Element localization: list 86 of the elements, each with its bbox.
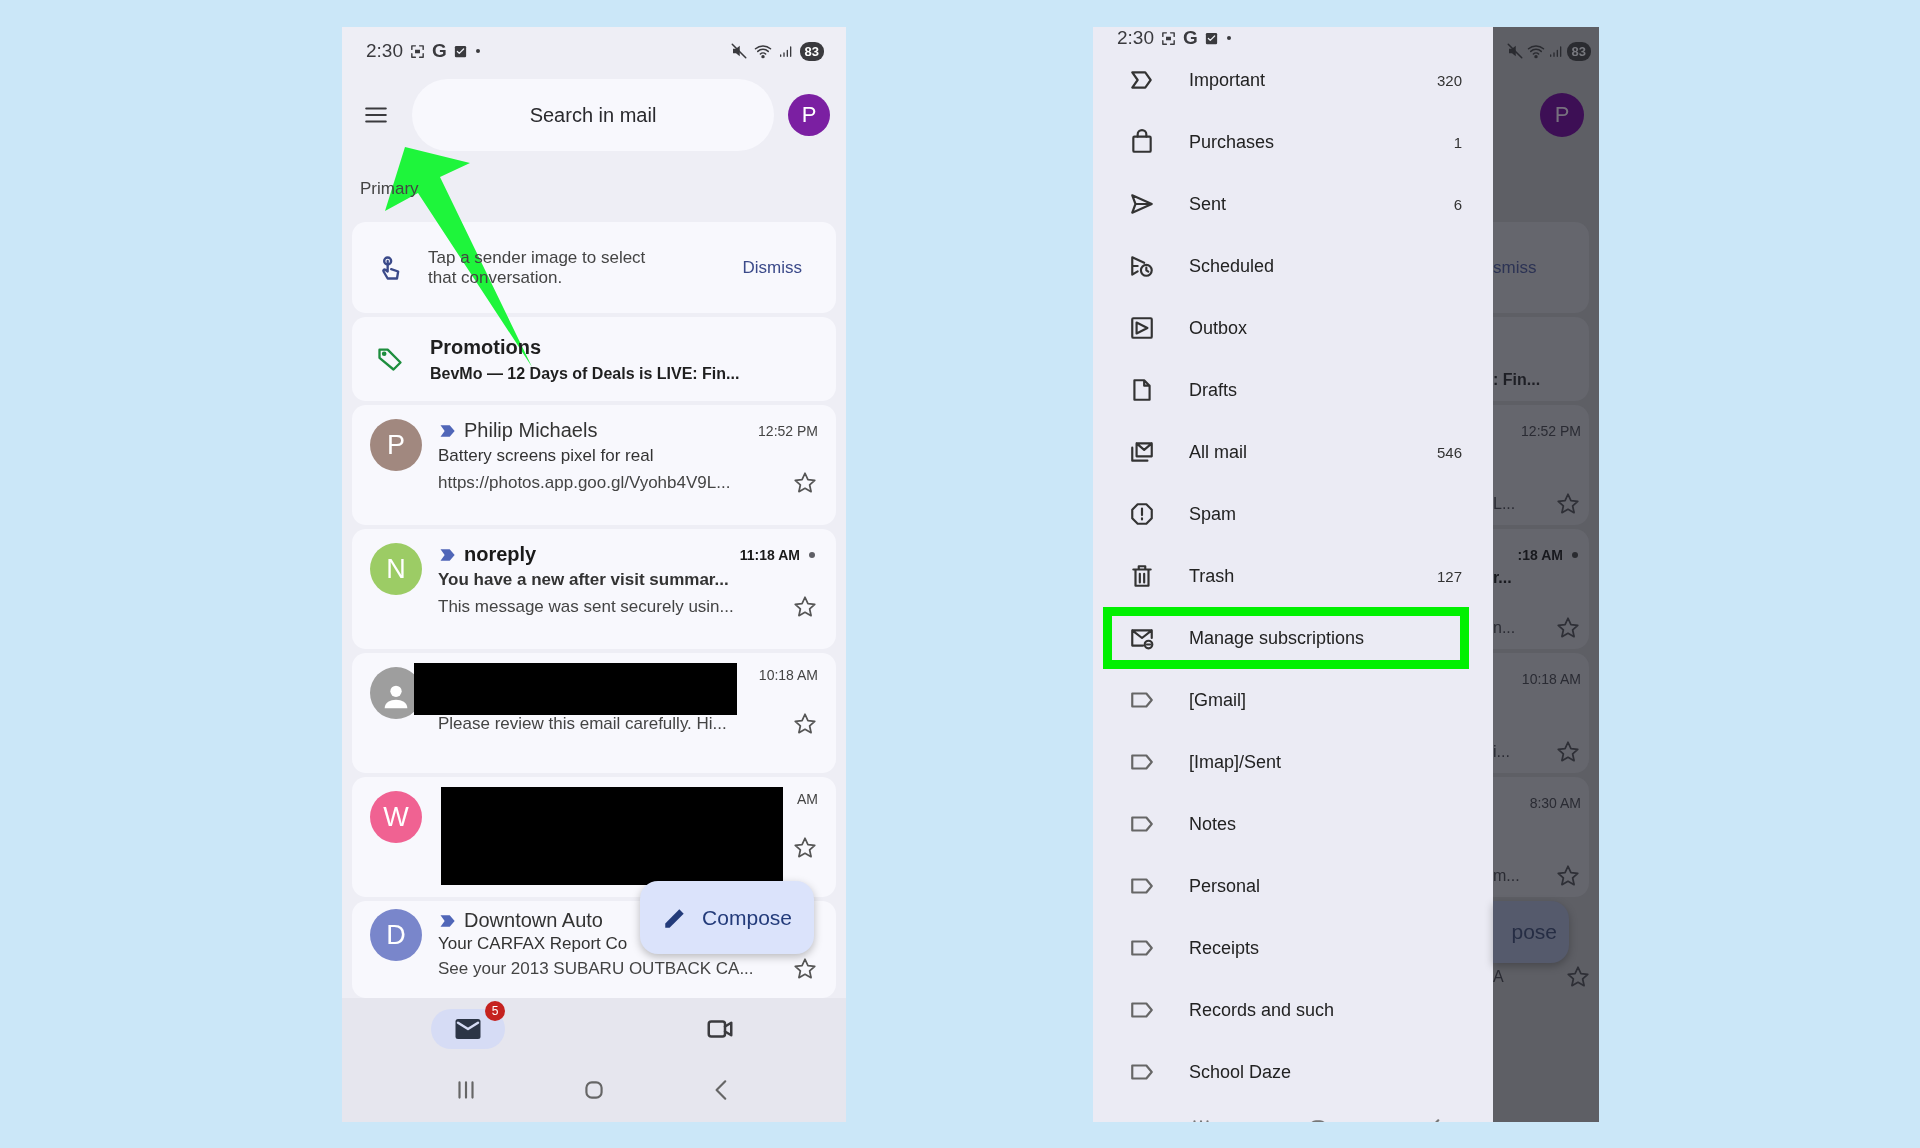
item-count: 6: [1453, 195, 1462, 213]
email-snippet: m...: [1493, 867, 1520, 885]
item-count: 127: [1436, 567, 1462, 585]
avatar: D: [370, 909, 422, 961]
email-subject: Battery screens pixel for real: [438, 446, 654, 465]
email-card[interactable]: P Philip Michaels 12:52 PM Battery screens pixel for real https://photos.app.goo.gl/Vyohb4V9L...: [352, 405, 836, 525]
notification-letter: G: [432, 40, 447, 62]
send-icon: [1129, 191, 1155, 217]
screenshot-icon: [409, 42, 426, 60]
unread-dot-icon: [1569, 549, 1581, 561]
sender-name: Downtown Auto: [464, 909, 603, 932]
mute-icon: [729, 42, 748, 60]
email-time: 12:52 PM: [1521, 423, 1581, 439]
unread-badge: 5: [485, 1001, 505, 1021]
email-subject: r...: [1493, 569, 1513, 587]
email-snippet: https://photos.app.goo.gl/Vyohb4V9L...: [438, 473, 731, 493]
scheduled-send-icon: [1129, 253, 1155, 279]
avatar: N: [370, 543, 422, 595]
drawer-item[interactable]: Outbox: [1093, 297, 1493, 359]
avatar: W: [370, 791, 422, 843]
drawer-item[interactable]: Purchases 1: [1093, 111, 1493, 173]
drawer-item[interactable]: All mail 546: [1093, 421, 1493, 483]
drawer-item[interactable]: Trash 127: [1093, 545, 1493, 607]
outbox-icon: [1129, 315, 1155, 341]
drawer-item[interactable]: Notes: [1093, 793, 1493, 855]
sender-name: noreply: [464, 543, 537, 566]
drawer-item[interactable]: Drafts: [1093, 359, 1493, 421]
email-snippet: i...: [1493, 743, 1510, 761]
drawer-item[interactable]: Records and such: [1093, 979, 1493, 1041]
email-time: AM: [797, 791, 818, 807]
account-avatar[interactable]: P: [788, 94, 830, 136]
category-snippet: : Fin...: [1493, 371, 1541, 389]
email-time: 10:18 AM: [758, 667, 818, 683]
battery-level: 83: [1566, 41, 1591, 61]
drawer-item[interactable]: Spam: [1093, 483, 1493, 545]
item-count: 1: [1453, 133, 1462, 151]
notification-letter: G: [1183, 27, 1198, 49]
dot-icon: [473, 47, 482, 55]
email-snippet: Please review this email carefully. Hi...: [438, 714, 727, 734]
status-time: 2:30: [1117, 27, 1154, 49]
spam-icon: [1129, 501, 1155, 527]
mute-icon: [1505, 42, 1524, 60]
screenshot-icon: [1160, 29, 1177, 47]
dismiss-button[interactable]: Dismiss: [738, 253, 806, 282]
shopping-bag-icon: [1129, 129, 1155, 155]
signal-icon: [1547, 43, 1564, 59]
search-field[interactable]: Search in mail: [412, 79, 774, 151]
drawer-item[interactable]: Receipts: [1093, 917, 1493, 979]
email-card[interactable]: W AM: [352, 777, 836, 897]
compose-button[interactable]: Compose: [640, 881, 814, 954]
dot-icon: [1224, 34, 1233, 42]
all-mail-icon: [1129, 439, 1155, 465]
avatar: P: [370, 419, 422, 471]
email-card[interactable]: 10:18 AM Please review this email carefully. Hi...: [352, 653, 836, 773]
email-subject: Your CARFAX Report Co: [438, 934, 628, 953]
wifi-icon: [1526, 42, 1545, 60]
checkbox-icon: [1203, 30, 1219, 46]
drawer-item[interactable]: Sent 6: [1093, 173, 1493, 235]
email-subject: You have a new after visit summar...: [438, 570, 729, 589]
email-card[interactable]: N noreply 11:18 AM You have a new after visit summar... This message was sent securely usin...: [352, 529, 836, 649]
checkbox-icon: [452, 43, 468, 59]
email-time: 8:30 AM: [1529, 795, 1581, 811]
email-time: 10:18 AM: [1521, 671, 1581, 687]
item-count: 320: [1436, 71, 1462, 89]
email-snippet: n...: [1493, 619, 1516, 637]
drawer-item[interactable]: School Daze: [1093, 1041, 1493, 1103]
drawer-item[interactable]: [Gmail]: [1093, 669, 1493, 731]
signal-icon: [777, 43, 794, 59]
email-time: 11:18 AM: [739, 546, 800, 563]
status-time: 2:30: [366, 40, 403, 62]
email-snippet: This message was sent securely usin...: [438, 597, 734, 617]
drawer-item[interactable]: Important 320: [1093, 49, 1493, 111]
drawer-item[interactable]: [Imap]/Sent: [1093, 731, 1493, 793]
email-time: 12:52 PM: [758, 422, 818, 439]
item-count: 546: [1436, 443, 1462, 461]
sender-name: Philip Michaels: [464, 419, 598, 442]
drawer-item[interactable]: Scheduled: [1093, 235, 1493, 297]
email-snippet: L...: [1493, 495, 1516, 513]
email-time: :18 AM: [1517, 547, 1563, 563]
battery-level: 83: [799, 41, 824, 61]
drawer-item[interactable]: Personal: [1093, 855, 1493, 917]
wifi-icon: [753, 42, 772, 60]
category-snippet: BevMo — 12 Days of Deals is LIVE: Fin...: [430, 364, 740, 383]
drawer-item[interactable]: Manage subscriptions: [1112, 616, 1460, 660]
trash-icon: [1129, 563, 1155, 589]
email-snippet: See your 2013 SUBARU OUTBACK CA...: [438, 959, 754, 979]
